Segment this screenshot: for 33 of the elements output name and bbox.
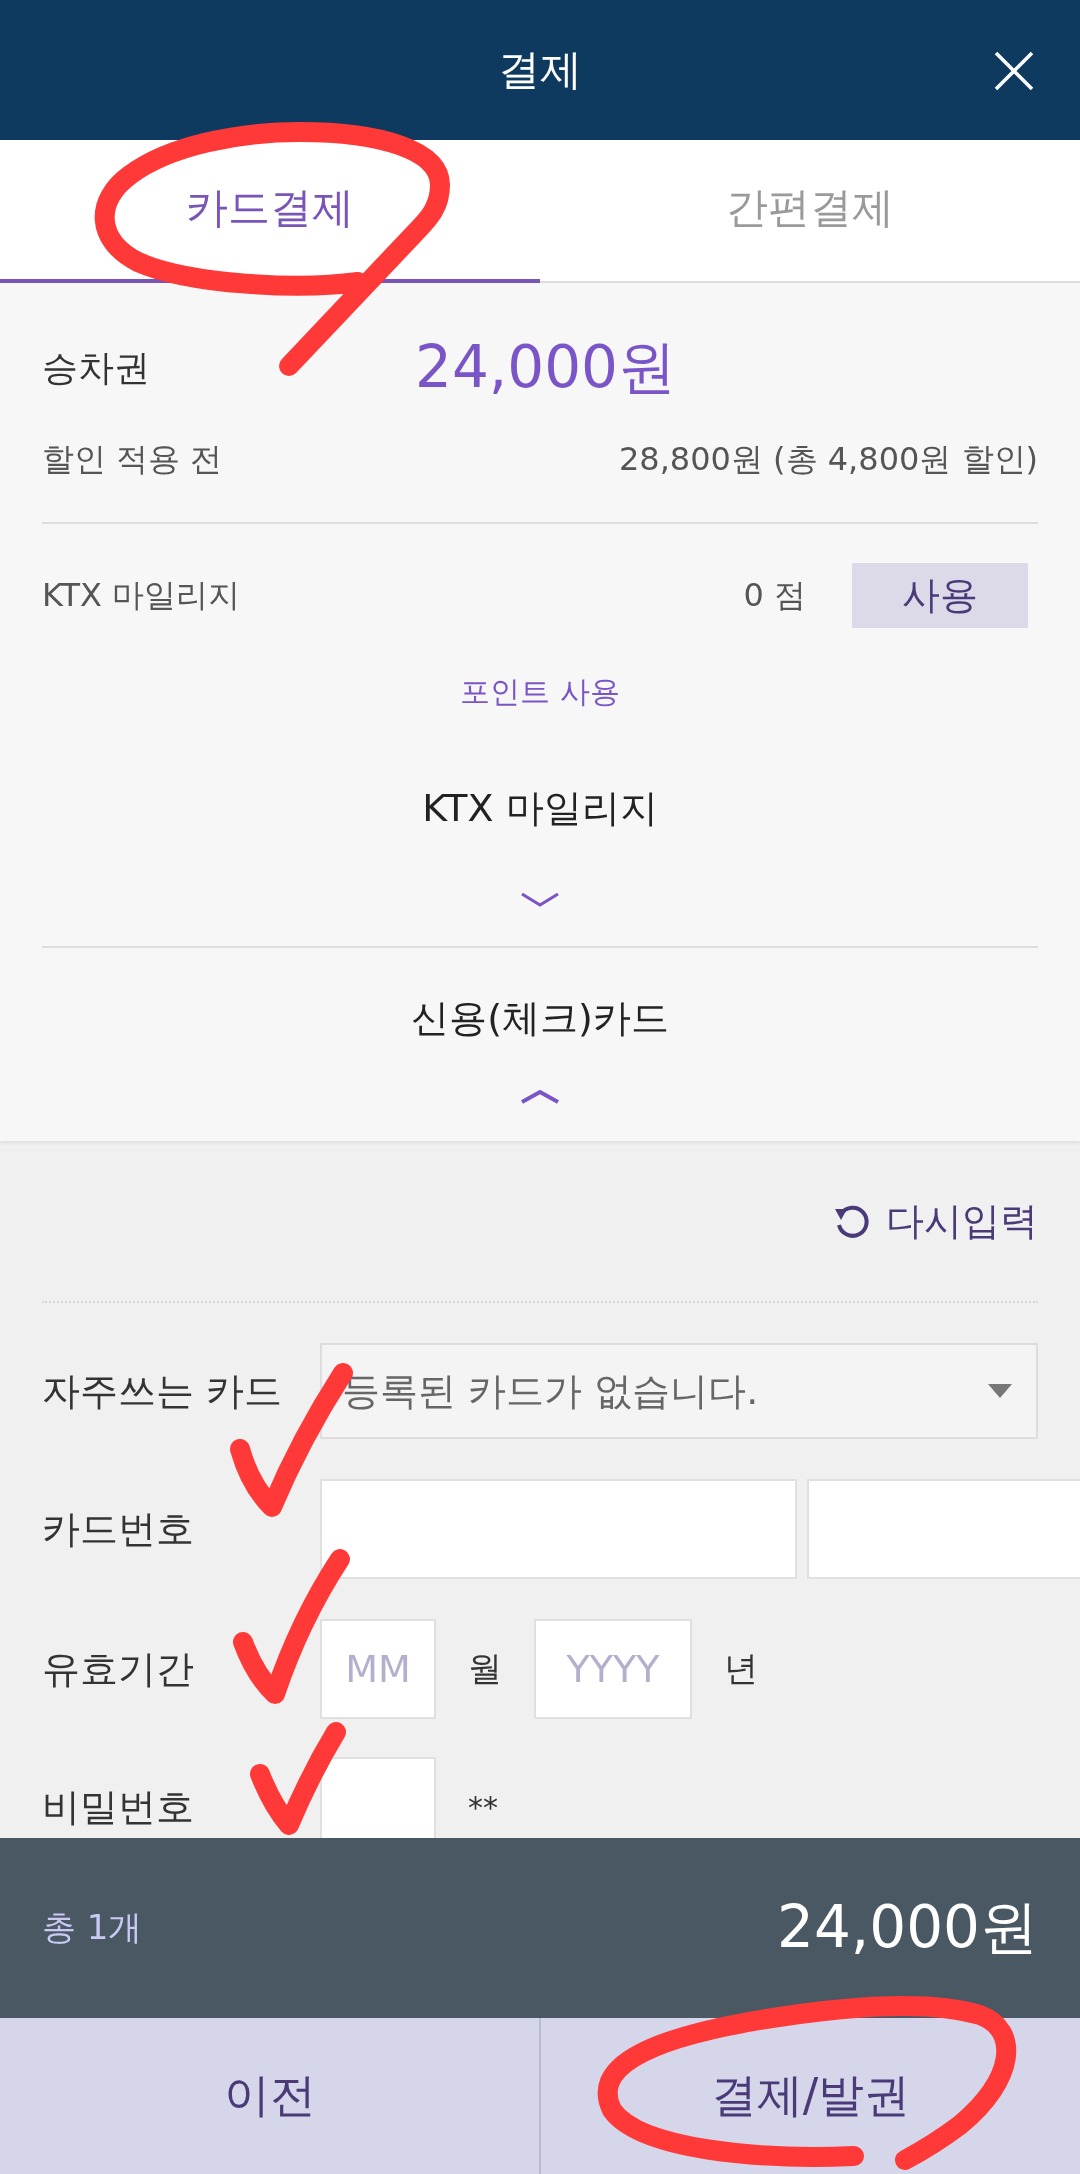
mileage-points: 0 점: [743, 574, 806, 616]
section-title[interactable]: KTX 마일리지: [422, 782, 658, 834]
check-mark-icon: [250, 1722, 346, 1835]
fare-label: 승차권: [42, 345, 151, 390]
fare-amount: 24,000원: [415, 332, 676, 403]
discount-value: 28,800원 (총 4,800원 할인): [618, 439, 1038, 480]
caret-icon: [988, 1384, 1012, 1398]
card-select[interactable]: 등록된 카드가 없습니다.: [320, 1343, 1038, 1439]
field-label: 자주쓰는 카드: [42, 1367, 284, 1415]
use-button[interactable]: 사용: [852, 563, 1028, 628]
mileage-label: KTX 마일리지: [42, 574, 242, 616]
check-mark-icon: [233, 1549, 350, 1704]
page-title: 결제: [498, 44, 582, 96]
field-label: 비밀번호: [42, 1783, 195, 1831]
discount-label: 할인 적용 전: [42, 439, 223, 480]
reset-button[interactable]: 다시입력: [832, 1195, 1038, 1247]
expiry-field[interactable]: YYYY: [534, 1619, 692, 1719]
close-icon[interactable]: [994, 51, 1034, 91]
password-field[interactable]: [320, 1757, 436, 1838]
unit-label: 년: [724, 1647, 758, 1690]
ticket-count: 총 1개: [42, 1906, 143, 1949]
field-label: 카드번호: [42, 1505, 195, 1553]
chevron-down-icon[interactable]: [520, 892, 560, 908]
section-title[interactable]: 신용(체크)카드: [411, 992, 669, 1044]
expiry-field[interactable]: MM: [320, 1619, 436, 1719]
back-button[interactable]: 이전: [0, 2018, 539, 2174]
card-number-field[interactable]: [320, 1479, 797, 1579]
password-suffix: **: [468, 1789, 498, 1825]
chevron-up-icon[interactable]: [520, 1088, 560, 1104]
unit-label: 월: [468, 1647, 502, 1690]
points-link[interactable]: 포인트 사용: [460, 670, 620, 714]
field-label: 유효기간: [42, 1645, 195, 1693]
total-amount: 24,000원: [777, 1892, 1038, 1963]
